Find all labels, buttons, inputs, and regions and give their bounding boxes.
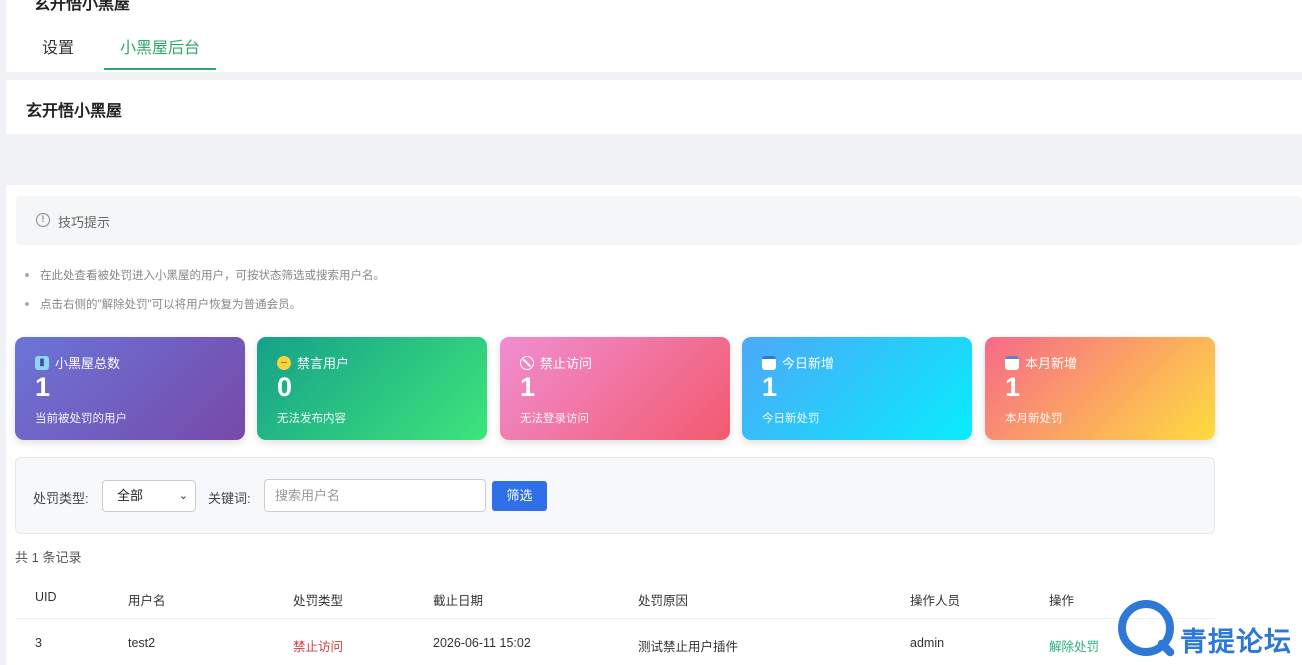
- cell-deadline: 2026-06-11 15:02: [433, 636, 531, 650]
- logo-q-icon: [1118, 600, 1174, 656]
- column-header-type: 处罚类型: [293, 594, 344, 608]
- stat-desc: 本月新处罚: [1005, 413, 1063, 425]
- filter-button[interactable]: 筛选: [492, 481, 547, 511]
- column-header-action: 操作: [1049, 594, 1075, 608]
- keyword-label: 关键词:: [208, 491, 251, 506]
- cell-uid: 3: [35, 636, 42, 650]
- column-header-deadline: 截止日期: [433, 594, 484, 608]
- info-icon: !: [36, 213, 50, 227]
- page-title: 玄开悟小黑屋: [26, 103, 123, 120]
- tip-line: 点击右侧的"解除处罚"可以将用户恢复为普通会员。: [24, 296, 301, 312]
- stat-value: 0: [277, 372, 293, 402]
- calendar-icon: [762, 355, 776, 370]
- total-count: 共 1 条记录: [15, 550, 82, 565]
- stat-label: 本月新增: [1025, 356, 1078, 371]
- stat-card-muted: – 禁言用户 0 无法发布内容: [257, 337, 487, 440]
- keyword-search-input[interactable]: 搜索用户名: [264, 479, 486, 512]
- stat-label: 禁言用户: [297, 356, 350, 371]
- cell-username: test2: [128, 636, 156, 650]
- column-header-operator: 操作人员: [910, 594, 961, 608]
- stat-card-month: 本月新增 1 本月新处罚: [985, 337, 1215, 440]
- stat-label: 禁止访问: [540, 356, 593, 371]
- cell-reason: 测试禁止用户插件: [638, 640, 739, 654]
- stat-card-banned: 禁止访问 1 无法登录访问: [500, 337, 730, 440]
- stat-desc: 今日新处罚: [762, 413, 820, 425]
- stat-label: 今日新增: [782, 356, 835, 371]
- filter-panel: 处罚类型: 全部 ⌄ 关键词: 搜索用户名 筛选: [15, 457, 1215, 534]
- title-card: 玄开悟小黑屋: [6, 80, 1302, 134]
- top-tabs-card: 玄开悟小黑屋 设置 小黑屋后台: [6, 0, 1302, 72]
- stat-card-today: 今日新增 1 今日新处罚: [742, 337, 972, 440]
- tip-line: 在此处查看被处罚进入小黑屋的用户，可按状态筛选或搜索用户名。: [25, 267, 385, 283]
- plugin-title-cut: 玄开悟小黑屋: [34, 0, 131, 13]
- muted-face-icon: –: [277, 355, 291, 370]
- stat-desc: 无法发布内容: [277, 413, 346, 425]
- stat-desc: 无法登录访问: [520, 413, 589, 425]
- stat-value: 1: [762, 372, 778, 402]
- tab-blackroom-admin[interactable]: 小黑屋后台: [104, 30, 216, 70]
- stat-value: 1: [520, 372, 536, 402]
- tab-settings[interactable]: 设置: [20, 30, 96, 70]
- cell-operator: admin: [910, 636, 945, 650]
- release-penalty-link[interactable]: 解除处罚: [1049, 636, 1099, 655]
- site-watermark: 青提论坛: [1118, 600, 1302, 665]
- column-header-uid: UID: [35, 590, 57, 604]
- type-filter-label: 处罚类型:: [33, 491, 89, 506]
- cell-penalty-type: 禁止访问: [293, 640, 344, 654]
- type-filter-value: 全部: [117, 488, 144, 503]
- column-header-username: 用户名: [128, 594, 166, 608]
- calendar-icon: [1005, 355, 1019, 370]
- main-panel: ! 技巧提示 在此处查看被处罚进入小黑屋的用户，可按状态筛选或搜索用户名。 点击…: [6, 185, 1302, 665]
- chevron-down-icon: ⌄: [178, 490, 188, 502]
- stat-label: 小黑屋总数: [55, 356, 121, 371]
- table-divider: [15, 618, 1215, 619]
- stat-value: 1: [35, 372, 51, 402]
- stat-value: 1: [1005, 372, 1021, 402]
- type-filter-select[interactable]: 全部 ⌄: [102, 480, 196, 512]
- ban-icon: [520, 355, 534, 370]
- tips-header: ! 技巧提示: [16, 196, 1302, 245]
- tips-title: 技巧提示: [58, 215, 111, 230]
- watermark-text: 青提论坛: [1180, 627, 1292, 657]
- chart-icon: ▮: [35, 355, 49, 370]
- column-header-reason: 处罚原因: [638, 594, 689, 608]
- stat-card-total: ▮ 小黑屋总数 1 当前被处罚的用户: [15, 337, 245, 440]
- stat-desc: 当前被处罚的用户: [35, 413, 127, 425]
